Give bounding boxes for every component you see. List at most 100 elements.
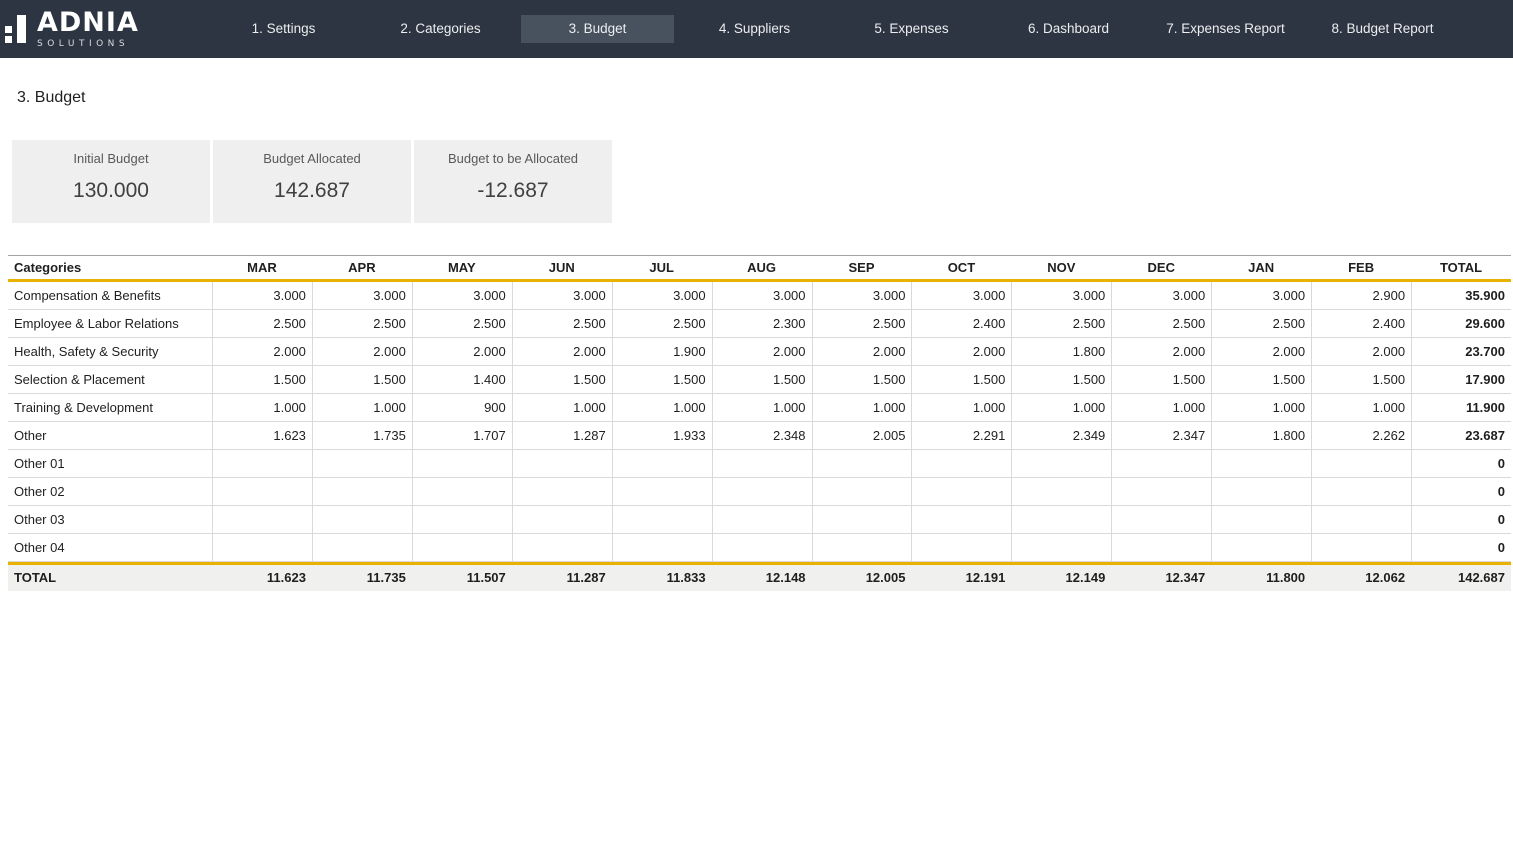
budget-value-cell[interactable] (1211, 506, 1311, 533)
budget-value-cell[interactable]: 1.500 (1111, 366, 1211, 393)
budget-value-cell[interactable]: 2.500 (412, 310, 512, 337)
budget-value-cell[interactable]: 900 (412, 394, 512, 421)
budget-value-cell[interactable] (1011, 478, 1111, 505)
budget-value-cell[interactable] (512, 450, 612, 477)
budget-value-cell[interactable]: 1.500 (312, 366, 412, 393)
budget-value-cell[interactable]: 1.000 (212, 394, 312, 421)
budget-value-cell[interactable]: 2.500 (1211, 310, 1311, 337)
budget-value-cell[interactable]: 1.500 (612, 366, 712, 393)
budget-value-cell[interactable]: 1.000 (1311, 394, 1411, 421)
category-cell[interactable]: Employee & Labor Relations (8, 310, 212, 337)
budget-value-cell[interactable] (412, 450, 512, 477)
budget-value-cell[interactable] (911, 450, 1011, 477)
budget-value-cell[interactable] (712, 478, 812, 505)
budget-value-cell[interactable] (812, 506, 912, 533)
budget-value-cell[interactable]: 1.623 (212, 422, 312, 449)
budget-value-cell[interactable] (1111, 534, 1211, 561)
budget-value-cell[interactable]: 2.500 (312, 310, 412, 337)
budget-value-cell[interactable]: 2.900 (1311, 282, 1411, 309)
budget-value-cell[interactable] (911, 478, 1011, 505)
budget-value-cell[interactable] (1311, 478, 1411, 505)
budget-value-cell[interactable]: 2.000 (412, 338, 512, 365)
budget-value-cell[interactable] (712, 506, 812, 533)
budget-value-cell[interactable] (412, 478, 512, 505)
budget-value-cell[interactable] (1311, 506, 1411, 533)
budget-value-cell[interactable]: 1.500 (212, 366, 312, 393)
budget-value-cell[interactable] (1111, 506, 1211, 533)
budget-value-cell[interactable]: 2.000 (1311, 338, 1411, 365)
nav-tab-5-expenses[interactable]: 5. Expenses (833, 0, 990, 58)
budget-value-cell[interactable]: 2.500 (1011, 310, 1111, 337)
budget-value-cell[interactable]: 2.000 (1211, 338, 1311, 365)
budget-value-cell[interactable] (212, 478, 312, 505)
budget-value-cell[interactable]: 1.500 (812, 366, 912, 393)
category-cell[interactable]: Other 01 (8, 450, 212, 477)
budget-value-cell[interactable]: 2.000 (712, 338, 812, 365)
nav-tab-6-dashboard[interactable]: 6. Dashboard (990, 0, 1147, 58)
budget-value-cell[interactable]: 2.500 (1111, 310, 1211, 337)
budget-value-cell[interactable] (712, 450, 812, 477)
budget-value-cell[interactable]: 1.735 (312, 422, 412, 449)
budget-value-cell[interactable] (312, 450, 412, 477)
budget-value-cell[interactable]: 1.000 (1111, 394, 1211, 421)
budget-value-cell[interactable]: 3.000 (312, 282, 412, 309)
budget-value-cell[interactable]: 1.800 (1011, 338, 1111, 365)
budget-value-cell[interactable]: 2.262 (1311, 422, 1411, 449)
budget-value-cell[interactable]: 2.300 (712, 310, 812, 337)
budget-value-cell[interactable]: 3.000 (712, 282, 812, 309)
budget-value-cell[interactable] (1011, 450, 1111, 477)
budget-value-cell[interactable]: 2.500 (612, 310, 712, 337)
budget-value-cell[interactable]: 1.000 (1011, 394, 1111, 421)
budget-value-cell[interactable] (1011, 534, 1111, 561)
budget-value-cell[interactable]: 2.000 (1111, 338, 1211, 365)
budget-value-cell[interactable]: 1.707 (412, 422, 512, 449)
budget-value-cell[interactable] (312, 534, 412, 561)
budget-value-cell[interactable] (812, 478, 912, 505)
budget-value-cell[interactable]: 1.000 (312, 394, 412, 421)
budget-value-cell[interactable] (812, 450, 912, 477)
budget-value-cell[interactable] (812, 534, 912, 561)
category-cell[interactable]: Training & Development (8, 394, 212, 421)
budget-value-cell[interactable]: 1.000 (712, 394, 812, 421)
budget-value-cell[interactable] (512, 478, 612, 505)
nav-tab-8-budget-report[interactable]: 8. Budget Report (1304, 0, 1461, 58)
budget-value-cell[interactable]: 2.349 (1011, 422, 1111, 449)
budget-value-cell[interactable]: 1.000 (612, 394, 712, 421)
budget-value-cell[interactable]: 1.000 (1211, 394, 1311, 421)
budget-value-cell[interactable] (412, 506, 512, 533)
budget-value-cell[interactable] (1211, 478, 1311, 505)
category-cell[interactable]: Compensation & Benefits (8, 282, 212, 309)
budget-value-cell[interactable]: 1.800 (1211, 422, 1311, 449)
budget-value-cell[interactable]: 3.000 (1211, 282, 1311, 309)
budget-value-cell[interactable]: 1.900 (612, 338, 712, 365)
nav-tab-3-budget[interactable]: 3. Budget (519, 0, 676, 58)
budget-value-cell[interactable] (1311, 450, 1411, 477)
budget-value-cell[interactable] (1211, 450, 1311, 477)
budget-value-cell[interactable] (312, 506, 412, 533)
budget-value-cell[interactable] (212, 506, 312, 533)
budget-value-cell[interactable]: 3.000 (1111, 282, 1211, 309)
budget-value-cell[interactable]: 1.287 (512, 422, 612, 449)
budget-value-cell[interactable] (312, 478, 412, 505)
budget-value-cell[interactable]: 1.500 (712, 366, 812, 393)
budget-value-cell[interactable] (412, 534, 512, 561)
budget-value-cell[interactable]: 3.000 (911, 282, 1011, 309)
budget-value-cell[interactable]: 2.000 (812, 338, 912, 365)
category-cell[interactable]: Other 03 (8, 506, 212, 533)
budget-value-cell[interactable] (212, 534, 312, 561)
budget-value-cell[interactable]: 2.000 (212, 338, 312, 365)
budget-value-cell[interactable]: 3.000 (212, 282, 312, 309)
nav-tab-1-settings[interactable]: 1. Settings (205, 0, 362, 58)
budget-value-cell[interactable]: 2.400 (911, 310, 1011, 337)
budget-value-cell[interactable]: 2.000 (911, 338, 1011, 365)
budget-value-cell[interactable]: 1.500 (512, 366, 612, 393)
budget-value-cell[interactable]: 3.000 (512, 282, 612, 309)
budget-value-cell[interactable] (1311, 534, 1411, 561)
budget-value-cell[interactable] (1211, 534, 1311, 561)
category-cell[interactable]: Other 04 (8, 534, 212, 561)
budget-value-cell[interactable] (911, 534, 1011, 561)
budget-value-cell[interactable]: 1.933 (612, 422, 712, 449)
budget-value-cell[interactable] (1111, 450, 1211, 477)
budget-value-cell[interactable]: 2.500 (512, 310, 612, 337)
budget-value-cell[interactable]: 2.347 (1111, 422, 1211, 449)
